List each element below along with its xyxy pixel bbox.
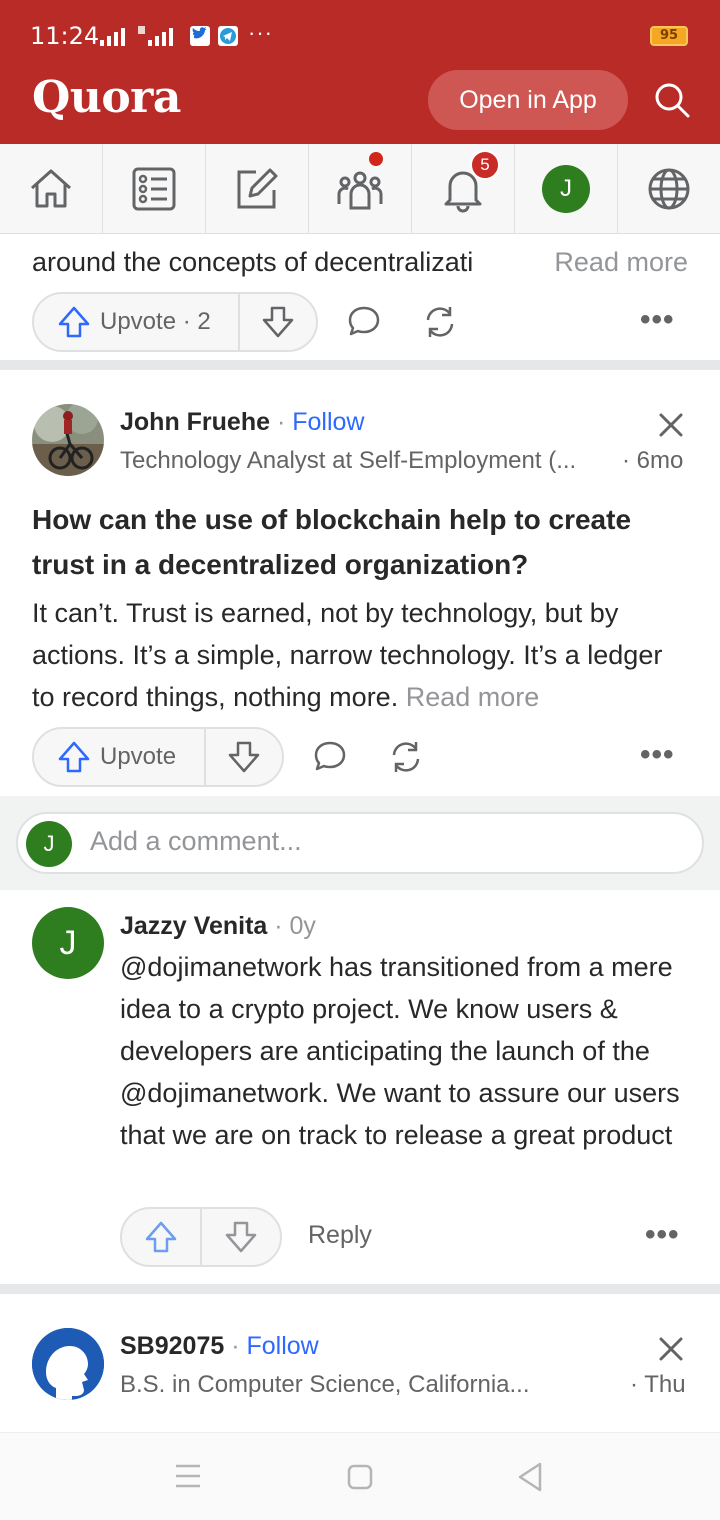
upvote-button[interactable]: Upvote · 2 <box>34 294 240 350</box>
signal-icon-2 <box>138 26 173 46</box>
following-list-icon <box>132 167 176 210</box>
comment-vote-group <box>120 1207 282 1267</box>
more-options-icon[interactable]: ••• <box>640 303 675 337</box>
downvote-icon <box>228 741 260 773</box>
read-more-link[interactable]: Read more <box>406 682 540 712</box>
app-header: 11:24 ··· 95 Quora Open in App <box>0 0 720 144</box>
comment-bar: J Add a comment... <box>0 796 720 890</box>
close-icon[interactable] <box>656 1334 686 1364</box>
downvote-icon <box>225 1221 257 1253</box>
author-avatar[interactable] <box>32 404 104 476</box>
avatar: J <box>26 821 72 867</box>
answer-text-block[interactable]: It can’t. Trust is earned, not by techno… <box>32 592 692 718</box>
search-icon[interactable] <box>652 80 692 120</box>
author-line: SB92075 · Follow <box>120 1332 319 1361</box>
comment-placeholder: Add a comment... <box>90 826 302 856</box>
signal-icon <box>100 28 125 46</box>
home-icon <box>30 169 72 207</box>
upvote-label: Upvote <box>100 308 177 335</box>
more-options-icon[interactable]: ••• <box>640 738 675 772</box>
quora-logo[interactable]: Quora <box>32 72 181 123</box>
more-notifications-icon: ··· <box>248 20 273 45</box>
comment-upvote-button[interactable] <box>122 1209 202 1265</box>
notification-count-badge: 5 <box>470 150 500 180</box>
answer-text: It can’t. Trust is earned, not by techno… <box>32 598 663 712</box>
question-title[interactable]: How can the use of blockchain help to cr… <box>32 497 692 587</box>
twitter-icon <box>190 26 210 46</box>
menu-icon[interactable] <box>174 1463 202 1489</box>
status-time: 11:24 <box>30 22 100 50</box>
read-more-link[interactable]: Read more <box>550 244 688 280</box>
close-icon[interactable] <box>656 410 686 440</box>
nav-profile[interactable]: J <box>515 144 618 233</box>
feed-divider <box>0 1284 720 1294</box>
nav-spaces[interactable] <box>309 144 412 233</box>
commenter-avatar[interactable]: J <box>32 907 104 979</box>
comment-input[interactable]: J Add a comment... <box>16 812 704 874</box>
comment-icon[interactable] <box>310 737 350 777</box>
author-avatar[interactable] <box>32 1328 104 1400</box>
open-in-app-button[interactable]: Open in App <box>428 70 628 130</box>
avatar: J <box>542 164 590 213</box>
spaces-notification-dot <box>369 152 383 166</box>
spaces-icon <box>337 171 383 209</box>
answer-vote-group: Upvote <box>32 727 284 787</box>
status-bar: 11:24 ··· 95 <box>0 0 720 70</box>
battery-icon: 95 <box>650 26 688 46</box>
comment-downvote-button[interactable] <box>202 1209 280 1265</box>
prev-answer-snippet[interactable]: around the concepts of decentralizati Re… <box>32 244 692 280</box>
commenter-line: Jazzy Venita · 0y <box>120 912 316 941</box>
more-options-icon[interactable]: ••• <box>645 1218 680 1252</box>
answer-timestamp: · Thu <box>630 1371 686 1398</box>
home-square-icon[interactable] <box>346 1463 374 1491</box>
share-icon[interactable] <box>420 302 460 342</box>
commenter-name[interactable]: Jazzy Venita <box>120 912 267 940</box>
nav-home[interactable] <box>0 144 103 233</box>
answer-timestamp: · 6mo <box>622 447 684 474</box>
nav-answer[interactable] <box>206 144 309 233</box>
author-name[interactable]: SB92075 <box>120 1332 224 1360</box>
back-icon[interactable] <box>516 1461 544 1493</box>
upvote-label: Upvote <box>100 743 177 770</box>
prev-vote-group: Upvote · 2 <box>32 292 318 352</box>
separator: · <box>270 408 293 436</box>
upvote-button[interactable]: Upvote <box>34 729 206 785</box>
globe-icon <box>648 168 690 209</box>
upvote-count: · 2 <box>182 308 211 335</box>
main-nav: 5 J <box>0 144 720 234</box>
comment-text: @dojimanetwork has transitioned from a m… <box>120 952 680 1150</box>
downvote-button[interactable] <box>240 294 316 350</box>
system-nav-bar <box>0 1432 720 1520</box>
prev-answer-text: around the concepts of decentralizati <box>32 247 474 277</box>
reply-button[interactable]: Reply <box>308 1221 372 1250</box>
silhouette-avatar-icon <box>32 1328 104 1400</box>
feed-divider <box>0 360 720 370</box>
author-credential: Technology Analyst at Self-Employment (.… <box>120 447 577 474</box>
nav-language[interactable] <box>618 144 720 233</box>
downvote-button[interactable] <box>206 729 282 785</box>
downvote-icon <box>262 306 294 338</box>
follow-button[interactable]: Follow <box>246 1332 318 1360</box>
author-line: John Fruehe · Follow <box>120 408 364 437</box>
nav-notifications[interactable]: 5 <box>412 144 515 233</box>
upvote-icon <box>58 741 90 773</box>
cyclist-photo <box>32 404 104 476</box>
upvote-icon <box>58 306 90 338</box>
nav-following[interactable] <box>103 144 206 233</box>
comment-icon[interactable] <box>344 302 384 342</box>
edit-icon <box>237 168 278 208</box>
comment-time: · 0y <box>267 912 316 940</box>
author-credential: B.S. in Computer Science, California... <box>120 1371 530 1398</box>
upvote-icon <box>145 1221 177 1253</box>
follow-button[interactable]: Follow <box>292 408 364 436</box>
telegram-icon <box>218 26 238 46</box>
author-name[interactable]: John Fruehe <box>120 408 270 436</box>
separator: · <box>224 1332 247 1360</box>
share-icon[interactable] <box>386 737 426 777</box>
